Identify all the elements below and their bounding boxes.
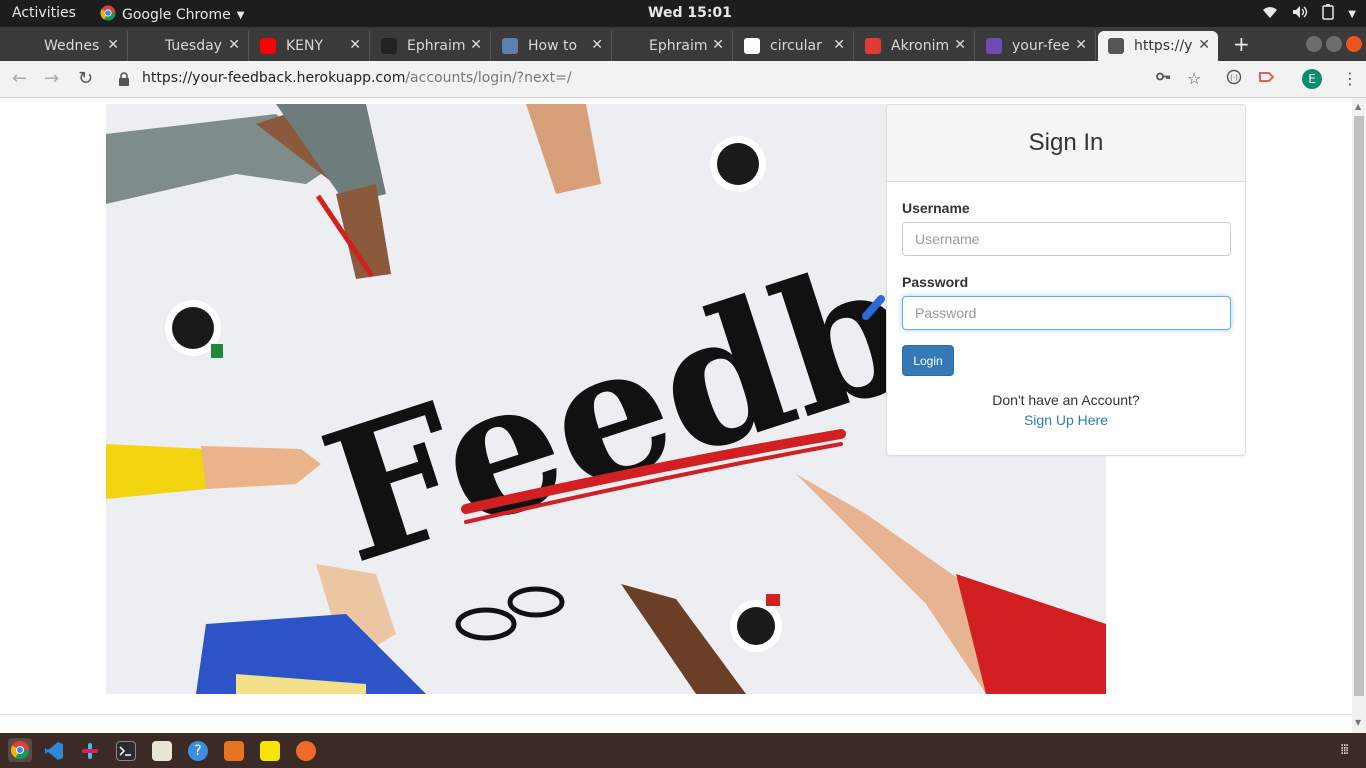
- vscode-dock-icon[interactable]: [44, 741, 64, 761]
- app-menu[interactable]: Google Chrome ▼: [100, 5, 244, 25]
- wifi-icon: [1262, 5, 1278, 23]
- more-menu-icon[interactable]: ⋮: [1342, 69, 1358, 88]
- tab-title: your-fee: [1012, 38, 1070, 54]
- password-input[interactable]: [902, 296, 1231, 330]
- username-label: Username: [902, 200, 970, 216]
- browser-tab[interactable]: Ephraim ✕: [613, 31, 733, 61]
- tab-strip: Wednes ✕ Tuesday ✕ KENY ✕ Ephraim ✕ How to ✕ Ephra…: [0, 27, 1366, 61]
- software-center-dock-icon[interactable]: [224, 741, 244, 761]
- tab-title: How to: [528, 38, 578, 54]
- scroll-down-icon[interactable]: ▼: [1355, 718, 1361, 727]
- divider: [0, 714, 1352, 715]
- browser-toolbar: ← → ↻ https://your-feedback.herokuapp.co…: [0, 61, 1366, 98]
- url-path: /accounts/login/?next=/: [405, 70, 572, 86]
- app-name: Google Chrome: [122, 7, 231, 23]
- browser-tab[interactable]: your-fee ✕: [976, 31, 1096, 61]
- sign-up-link[interactable]: Sign Up Here: [887, 412, 1245, 428]
- github-icon: [381, 38, 397, 54]
- close-tab-icon[interactable]: ✕: [228, 37, 240, 53]
- volume-icon: [1292, 5, 1308, 23]
- browser-tab[interactable]: Akronim ✕: [855, 31, 975, 61]
- minimize-button[interactable]: [1306, 36, 1322, 52]
- reload-icon[interactable]: ↻: [78, 68, 93, 89]
- url-host: https://your-feedback.herokuapp.com: [142, 70, 406, 86]
- close-tab-icon[interactable]: ✕: [712, 37, 724, 53]
- compass-dock-icon[interactable]: [296, 741, 316, 761]
- close-window-button[interactable]: [1346, 36, 1362, 52]
- battery-icon: [1322, 4, 1335, 24]
- files-dock-icon[interactable]: [152, 741, 172, 761]
- system-tray[interactable]: ▼: [1262, 4, 1356, 24]
- key-icon[interactable]: [1156, 69, 1171, 88]
- browser-tab[interactable]: https://y ✕: [1098, 31, 1218, 61]
- scrollbar-thumb[interactable]: [1354, 116, 1364, 696]
- no-account-text: Don't have an Account?: [992, 392, 1140, 408]
- tab-title: Akronim: [891, 38, 950, 54]
- login-button[interactable]: Login: [902, 345, 954, 376]
- github-dark-icon: [18, 38, 34, 54]
- profile-avatar[interactable]: E: [1302, 69, 1322, 89]
- browser-tab[interactable]: circular ✕: [734, 31, 854, 61]
- username-input[interactable]: [902, 222, 1231, 256]
- clock[interactable]: Wed 15:01: [648, 5, 732, 21]
- chrome-dock-icon[interactable]: [8, 738, 32, 762]
- terminal-dock-icon[interactable]: [116, 741, 136, 761]
- tab-title: KENY: [286, 38, 324, 54]
- dock: ? ⁞⁞⁞: [0, 733, 1366, 768]
- close-tab-icon[interactable]: ✕: [591, 37, 603, 53]
- fonts-f-icon: [865, 38, 881, 54]
- close-tab-icon[interactable]: ✕: [833, 37, 845, 53]
- help-dock-icon[interactable]: ?: [188, 741, 208, 761]
- slack-dock-icon[interactable]: [80, 741, 100, 761]
- github-dark-icon: [139, 38, 155, 54]
- activities-button[interactable]: Activities: [12, 5, 76, 21]
- browser-tab[interactable]: Tuesday ✕: [129, 31, 249, 61]
- scroll-up-icon[interactable]: ▲: [1355, 102, 1361, 111]
- browser-tab[interactable]: How to ✕: [492, 31, 612, 61]
- heroku-icon: [986, 38, 1002, 54]
- close-tab-icon[interactable]: ✕: [1198, 37, 1210, 53]
- close-tab-icon[interactable]: ✕: [954, 37, 966, 53]
- show-applications-icon[interactable]: ⁞⁞⁞: [1340, 742, 1349, 758]
- notes-dock-icon[interactable]: [260, 741, 280, 761]
- forward-arrow-icon[interactable]: →: [44, 68, 59, 89]
- tab-title: Ephraim: [649, 38, 708, 54]
- system-top-bar: Activities Google Chrome ▼ Wed 15:01 ▼: [0, 0, 1366, 27]
- close-tab-icon[interactable]: ✕: [470, 37, 482, 53]
- back-arrow-icon[interactable]: ←: [12, 68, 27, 89]
- browser-tab[interactable]: Wednes ✕: [8, 31, 128, 61]
- svg-text:(·): (·): [1230, 74, 1238, 82]
- tab-title: Wednes: [44, 38, 100, 54]
- tab-title: Ephraim: [407, 38, 466, 54]
- sign-in-title: Sign In: [887, 105, 1245, 182]
- bookmark-star-icon[interactable]: ☆: [1187, 69, 1201, 88]
- browser-tab[interactable]: Ephraim ✕: [371, 31, 491, 61]
- lock-icon[interactable]: [118, 71, 130, 86]
- github-dark-icon: [623, 38, 639, 54]
- close-tab-icon[interactable]: ✕: [1075, 37, 1087, 53]
- google-icon: [744, 38, 760, 54]
- vertical-scrollbar[interactable]: ▲ ▼: [1352, 98, 1366, 733]
- youtube-icon: [260, 38, 276, 54]
- close-tab-icon[interactable]: ✕: [107, 37, 119, 53]
- sign-in-panel: Sign In Username Password Login Don't ha…: [886, 104, 1246, 456]
- url-field[interactable]: https://your-feedback.herokuapp.com/acco…: [142, 70, 572, 86]
- tab-title: Tuesday: [165, 38, 222, 54]
- cast-extension-icon[interactable]: [1258, 69, 1275, 89]
- calendar-25-icon: [502, 38, 518, 54]
- extension-icon[interactable]: (·): [1226, 69, 1242, 89]
- browser-tab[interactable]: KENY ✕: [250, 31, 370, 61]
- password-label: Password: [902, 274, 969, 290]
- tab-title: circular: [770, 38, 822, 54]
- close-tab-icon[interactable]: ✕: [349, 37, 361, 53]
- chevron-down-icon: ▼: [1348, 8, 1356, 20]
- chrome-icon: [100, 5, 116, 25]
- page-content: Feedback Sign In Username Password Login…: [0, 98, 1352, 733]
- tab-title: https://y: [1134, 38, 1193, 54]
- maximize-button[interactable]: [1326, 36, 1342, 52]
- chevron-down-icon: ▼: [236, 9, 245, 21]
- globe-icon: [1108, 38, 1124, 54]
- new-tab-button[interactable]: +: [1233, 32, 1250, 56]
